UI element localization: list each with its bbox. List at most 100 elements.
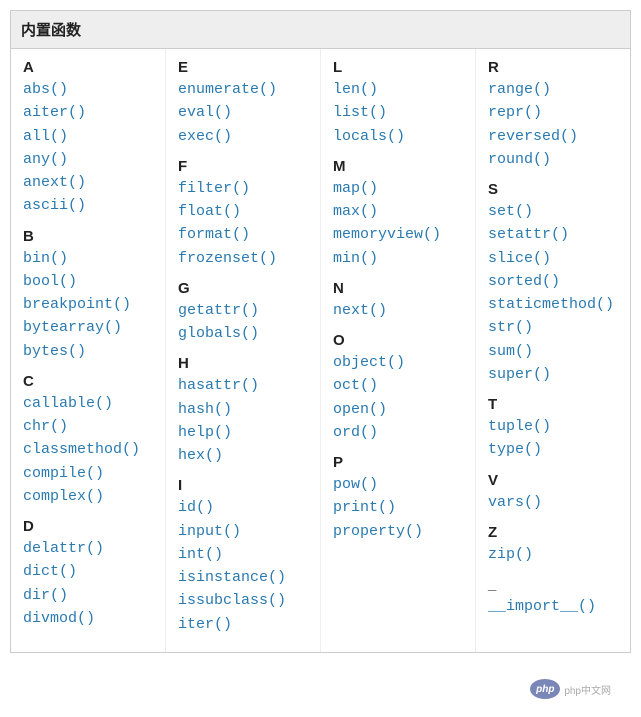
function-link[interactable]: filter() — [178, 177, 312, 200]
function-link[interactable]: open() — [333, 398, 467, 421]
function-link[interactable]: int() — [178, 543, 312, 566]
letter-heading: _ — [488, 576, 622, 593]
function-link[interactable]: slice() — [488, 247, 622, 270]
function-link[interactable]: reversed() — [488, 125, 622, 148]
function-link[interactable]: breakpoint() — [23, 293, 157, 316]
function-link[interactable]: dict() — [23, 560, 157, 583]
letter-heading: O — [333, 332, 467, 349]
letter-heading: F — [178, 158, 312, 175]
letter-heading: E — [178, 59, 312, 76]
function-link[interactable]: super() — [488, 363, 622, 386]
watermark: php php中文网 — [530, 679, 611, 699]
columns-container: Aabs()aiter()all()any()anext()ascii() Bbi… — [11, 49, 630, 652]
function-link[interactable]: ord() — [333, 421, 467, 444]
letter-heading: H — [178, 355, 312, 372]
function-link[interactable]: classmethod() — [23, 438, 157, 461]
function-link[interactable]: set() — [488, 200, 622, 223]
function-link[interactable]: sorted() — [488, 270, 622, 293]
function-link[interactable]: anext() — [23, 171, 157, 194]
builtin-functions-table: 内置函数 Aabs()aiter()all()any()anext()ascii… — [10, 10, 631, 653]
function-link[interactable]: type() — [488, 438, 622, 461]
function-link[interactable]: round() — [488, 148, 622, 171]
letter-heading: L — [333, 59, 467, 76]
function-link[interactable]: delattr() — [23, 537, 157, 560]
function-link[interactable]: bytes() — [23, 340, 157, 363]
function-link[interactable]: id() — [178, 496, 312, 519]
function-link[interactable]: format() — [178, 223, 312, 246]
function-link[interactable]: hash() — [178, 398, 312, 421]
function-link[interactable]: len() — [333, 78, 467, 101]
letter-heading: S — [488, 181, 622, 198]
function-link[interactable]: chr() — [23, 415, 157, 438]
function-link[interactable]: all() — [23, 125, 157, 148]
function-link[interactable]: isinstance() — [178, 566, 312, 589]
function-link[interactable]: repr() — [488, 101, 622, 124]
function-link[interactable]: globals() — [178, 322, 312, 345]
letter-heading: G — [178, 280, 312, 297]
function-link[interactable]: locals() — [333, 125, 467, 148]
function-link[interactable]: input() — [178, 520, 312, 543]
function-link[interactable]: enumerate() — [178, 78, 312, 101]
function-link[interactable]: sum() — [488, 340, 622, 363]
function-link[interactable]: hex() — [178, 444, 312, 467]
function-link[interactable]: bytearray() — [23, 316, 157, 339]
letter-heading: T — [488, 396, 622, 413]
function-link[interactable]: vars() — [488, 491, 622, 514]
function-link[interactable]: staticmethod() — [488, 293, 622, 316]
function-link[interactable]: setattr() — [488, 223, 622, 246]
function-link[interactable]: map() — [333, 177, 467, 200]
function-link[interactable]: property() — [333, 520, 467, 543]
function-link[interactable]: list() — [333, 101, 467, 124]
function-link[interactable]: divmod() — [23, 607, 157, 630]
function-link[interactable]: frozenset() — [178, 247, 312, 270]
column: Eenumerate()eval()exec() Ffilter()float()… — [166, 49, 321, 652]
function-link[interactable]: float() — [178, 200, 312, 223]
function-link[interactable]: min() — [333, 247, 467, 270]
function-link[interactable]: any() — [23, 148, 157, 171]
function-link[interactable]: complex() — [23, 485, 157, 508]
function-link[interactable]: issubclass() — [178, 589, 312, 612]
table-title: 内置函数 — [11, 11, 630, 49]
function-link[interactable]: aiter() — [23, 101, 157, 124]
function-link[interactable]: help() — [178, 421, 312, 444]
function-link[interactable]: __import__() — [488, 595, 622, 618]
function-link[interactable]: pow() — [333, 473, 467, 496]
watermark-text: php中文网 — [564, 682, 611, 697]
function-link[interactable]: oct() — [333, 374, 467, 397]
letter-heading: N — [333, 280, 467, 297]
function-link[interactable]: tuple() — [488, 415, 622, 438]
letter-heading: A — [23, 59, 157, 76]
function-link[interactable]: ascii() — [23, 194, 157, 217]
function-link[interactable]: bin() — [23, 247, 157, 270]
column: Rrange()repr()reversed()round() Sset()set… — [476, 49, 630, 652]
php-logo-icon: php — [530, 679, 560, 699]
function-link[interactable]: exec() — [178, 125, 312, 148]
function-link[interactable]: eval() — [178, 101, 312, 124]
column: Llen()list()locals() Mmap()max()memoryvie… — [321, 49, 476, 652]
column: Aabs()aiter()all()any()anext()ascii() Bbi… — [11, 49, 166, 652]
function-link[interactable]: callable() — [23, 392, 157, 415]
function-link[interactable]: getattr() — [178, 299, 312, 322]
letter-heading: B — [23, 228, 157, 245]
letter-heading: D — [23, 518, 157, 535]
function-link[interactable]: compile() — [23, 462, 157, 485]
function-link[interactable]: str() — [488, 316, 622, 339]
function-link[interactable]: dir() — [23, 584, 157, 607]
letter-heading: V — [488, 472, 622, 489]
function-link[interactable]: next() — [333, 299, 467, 322]
letter-heading: I — [178, 477, 312, 494]
letter-heading: R — [488, 59, 622, 76]
function-link[interactable]: hasattr() — [178, 374, 312, 397]
function-link[interactable]: print() — [333, 496, 467, 519]
function-link[interactable]: range() — [488, 78, 622, 101]
function-link[interactable]: memoryview() — [333, 223, 467, 246]
function-link[interactable]: iter() — [178, 613, 312, 636]
function-link[interactable]: max() — [333, 200, 467, 223]
letter-heading: C — [23, 373, 157, 390]
function-link[interactable]: abs() — [23, 78, 157, 101]
function-link[interactable]: object() — [333, 351, 467, 374]
function-link[interactable]: bool() — [23, 270, 157, 293]
function-link[interactable]: zip() — [488, 543, 622, 566]
letter-heading: M — [333, 158, 467, 175]
letter-heading: Z — [488, 524, 622, 541]
